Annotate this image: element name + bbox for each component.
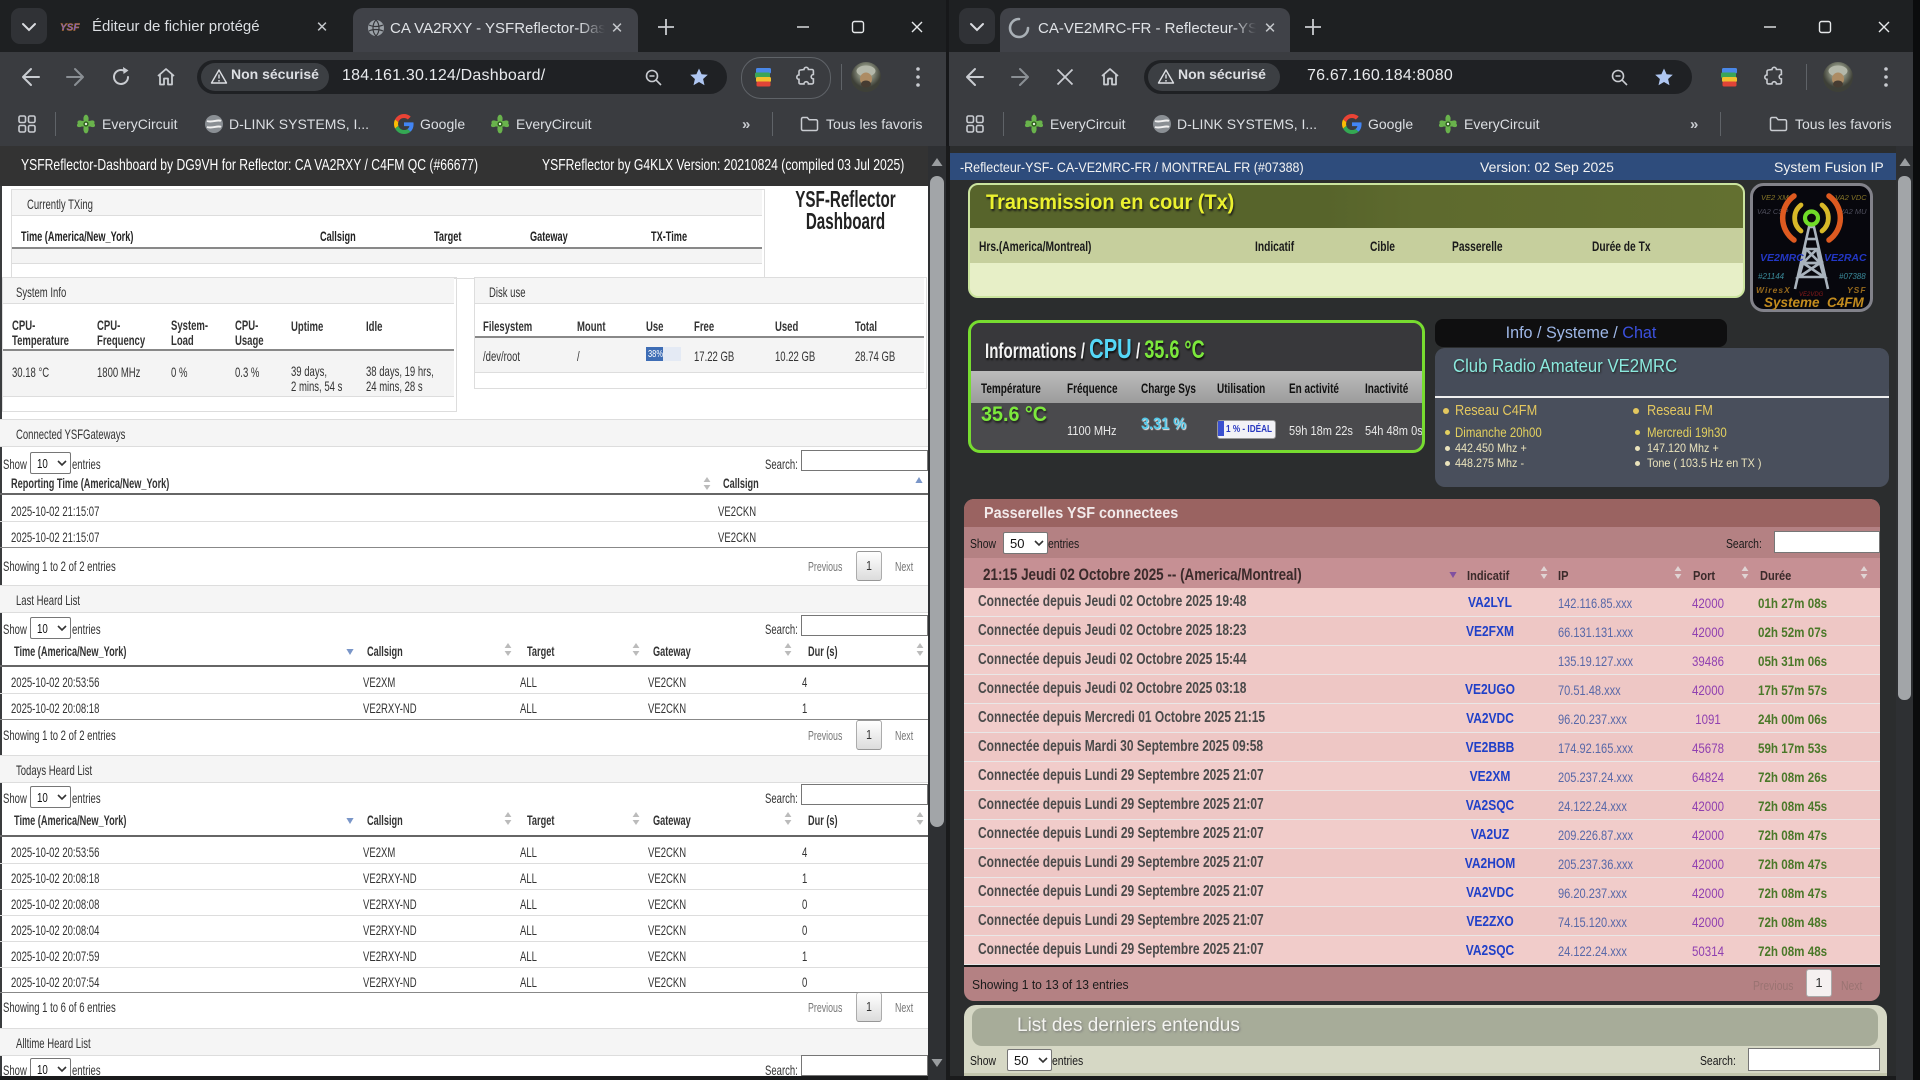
svg-text:VA2 MU: VA2 MU	[1839, 207, 1867, 216]
svg-text:VE2 XM: VE2 XM	[1761, 193, 1789, 202]
svg-text:YSF: YSF	[1847, 285, 1867, 295]
svg-text:#07388: #07388	[1839, 272, 1866, 281]
svg-text:#21144: #21144	[1758, 272, 1785, 281]
svg-text:VE2RAC: VE2RAC	[1824, 252, 1867, 264]
svg-text:WiresX: WiresX	[1756, 285, 1791, 295]
svg-text:YSF: YSF	[60, 23, 80, 34]
svg-text:VA2 VDC: VA2 VDC	[1835, 193, 1867, 202]
svg-text:Systeme C4FM: Systeme C4FM	[1764, 295, 1865, 310]
svg-text:VE2MRC: VE2MRC	[1760, 252, 1804, 264]
